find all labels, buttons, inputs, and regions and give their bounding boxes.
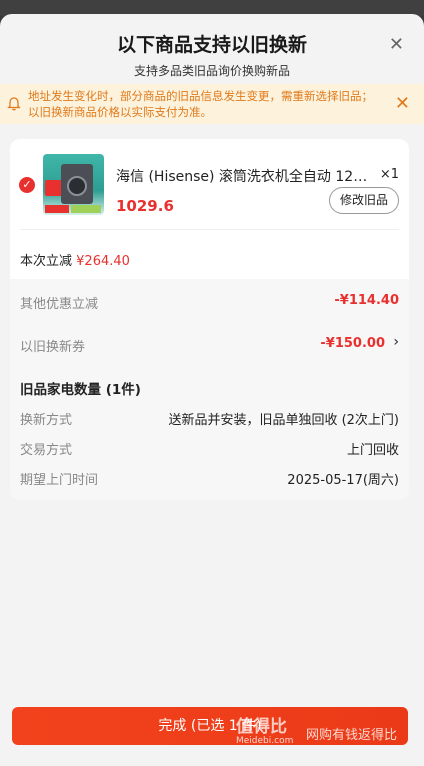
- bell-icon: [7, 97, 21, 111]
- notice-text: 地址发生变化时，部分商品的旧品信息发生变更，需重新选择旧品；以旧换新商品价格以实…: [28, 89, 373, 119]
- trade-in-modal: 以下商品支持以旧换新 支持多品类旧品询价换购新品 ✕ 地址发生变化时，部分商品的…: [0, 14, 424, 766]
- old-appliance-title: 旧品家电数量 (1件): [20, 382, 141, 398]
- modal-subtitle: 支持多品类旧品询价换购新品: [133, 64, 290, 78]
- instant-discount: 本次立减 ¥264.40: [20, 250, 130, 269]
- checkbox-checked-icon[interactable]: ✓: [19, 177, 35, 193]
- instant-discount-amount: ¥264.40: [76, 254, 130, 269]
- product-image: [43, 154, 104, 215]
- product-price: 1029.6: [116, 197, 174, 215]
- other-discount-amount: -¥114.40: [334, 293, 399, 308]
- exchange-method-label: 换新方式: [20, 413, 73, 428]
- transaction-method-label: 交易方式: [20, 443, 73, 458]
- other-discount-label: 其他优惠立减: [20, 297, 99, 312]
- chevron-right-icon[interactable]: ›: [393, 334, 399, 350]
- instant-discount-label: 本次立减: [20, 254, 73, 269]
- watermark-url: Meidebi.com: [236, 736, 294, 746]
- modify-old-item-button[interactable]: 修改旧品: [329, 187, 399, 214]
- modal-title: 以下商品支持以旧换新: [116, 34, 307, 56]
- coupon-amount[interactable]: -¥150.00: [320, 336, 385, 351]
- transaction-method-value: 上门回收: [346, 443, 399, 458]
- address-notice: 地址发生变化时，部分商品的旧品信息发生变更，需重新选择旧品；以旧换新商品价格以实…: [0, 84, 424, 124]
- coupon-label: 以旧换新券: [20, 340, 86, 355]
- product-name[interactable]: 海信 (Hisense) 滚筒洗衣机全自动 12公斤: [116, 166, 378, 186]
- visit-time-label: 期望上门时间: [20, 473, 99, 488]
- watermark-brand: 值得比: [236, 717, 287, 737]
- divider: [20, 229, 399, 230]
- product-card: ✓ 海信 (Hisense) 滚筒洗衣机全自动 12公斤 ×1 1029.6 修…: [10, 139, 409, 293]
- watermark-slogan: 网购有钱返得比: [306, 728, 398, 743]
- discount-details: 其他优惠立减 -¥114.40 以旧换新券 -¥150.00 › 旧品家电数量 …: [10, 279, 409, 500]
- exchange-method-value: 送新品并安装，旧品单独回收 (2次上门): [168, 413, 399, 428]
- close-icon[interactable]: ✕: [389, 34, 404, 55]
- visit-time-value: 2025-05-17(周六): [287, 473, 399, 488]
- product-quantity: ×1: [379, 167, 399, 182]
- notice-close-icon[interactable]: ✕: [395, 93, 410, 114]
